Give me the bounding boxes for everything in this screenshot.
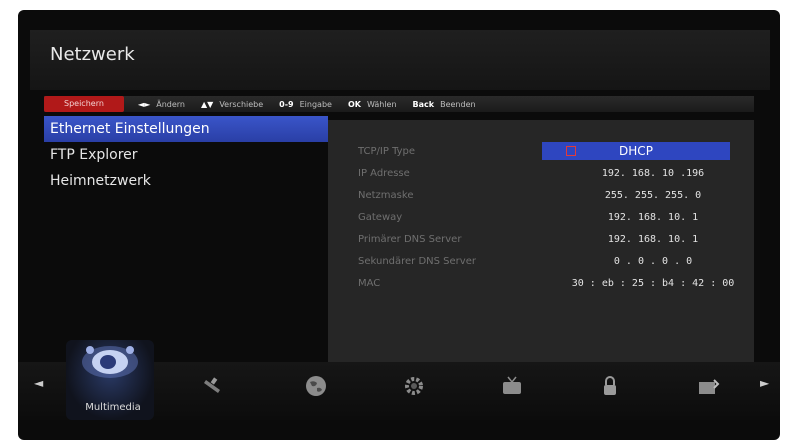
globe-icon[interactable]	[302, 372, 330, 400]
netmask-value: 255. 255. 255. 0	[604, 190, 702, 201]
ethernet-settings-panel: TCP/IP Type DHCP IP Adresse 192. 168. 10…	[328, 120, 754, 366]
arrow-left-right-key: ◄►	[137, 99, 151, 109]
tcpip-type-selector[interactable]: DHCP	[542, 142, 730, 160]
ip-address-label: IP Adresse	[358, 168, 410, 179]
change-hint: Ändern	[156, 99, 185, 109]
menu-item-ethernet-settings[interactable]: Ethernet Einstellungen	[44, 116, 328, 142]
ip-address-value: 192. 168. 10 .196	[601, 168, 705, 179]
page-title: Netzwerk	[50, 44, 135, 65]
tcpip-type-value: DHCP	[619, 144, 653, 158]
input-hint: Eingabe	[299, 99, 332, 109]
ip-address-row[interactable]: IP Adresse 192. 168. 10 .196	[358, 164, 728, 184]
exit-hint: Beenden	[440, 99, 476, 109]
arrow-up-down-key: ▲▼	[201, 99, 214, 109]
multimedia-label: Multimedia	[85, 402, 141, 413]
lock-icon[interactable]	[596, 372, 624, 400]
key-hint-bar: Speichern ◄► Ändern ▲▼ Verschiebe 0-9 Ei…	[44, 96, 754, 112]
gateway-label: Gateway	[358, 212, 403, 223]
mac-row: MAC 30 : eb : 25 : b4 : 42 : 00	[358, 274, 734, 294]
gear-icon[interactable]	[400, 372, 428, 400]
primary-dns-label: Primärer DNS Server	[358, 234, 462, 245]
tcpip-type-row[interactable]: TCP/IP Type DHCP	[358, 142, 730, 162]
multimedia-icon[interactable]	[78, 340, 142, 384]
primary-dns-value: 192. 168. 10. 1	[607, 234, 699, 245]
primary-dns-row[interactable]: Primärer DNS Server 192. 168. 10. 1	[358, 230, 728, 250]
back-key: Back	[412, 99, 435, 109]
ok-key: OK	[347, 99, 361, 109]
header: Netzwerk	[30, 30, 770, 90]
scroll-left-icon[interactable]: ◄	[34, 376, 43, 390]
secondary-dns-label: Sekundärer DNS Server	[358, 256, 476, 267]
scroll-right-icon[interactable]: ►	[760, 376, 769, 390]
tcpip-type-label: TCP/IP Type	[358, 146, 416, 157]
netmask-label: Netzmaske	[358, 190, 414, 201]
tv-icon[interactable]	[498, 372, 526, 400]
move-hint: Verschiebe	[219, 99, 264, 109]
mac-label: MAC	[358, 278, 381, 289]
gateway-row[interactable]: Gateway 192. 168. 10. 1	[358, 208, 728, 228]
secondary-dns-value: 0 . 0 . 0 . 0	[613, 256, 693, 267]
gateway-value: 192. 168. 10. 1	[607, 212, 699, 223]
tv-screen: Netzwerk Speichern ◄► Ändern ▲▼ Verschie…	[18, 10, 780, 440]
mac-value: 30 : eb : 25 : b4 : 42 : 00	[571, 278, 735, 289]
satellite-dish-icon[interactable]	[200, 372, 228, 400]
digit-key: 0-9	[279, 99, 294, 109]
secondary-dns-row[interactable]: Sekundärer DNS Server 0 . 0 . 0 . 0	[358, 252, 728, 272]
network-menu: Ethernet Einstellungen FTP Explorer Heim…	[44, 116, 328, 194]
menu-item-home-network[interactable]: Heimnetzwerk	[44, 168, 328, 194]
select-hint: Wählen	[366, 99, 397, 109]
netmask-row[interactable]: Netzmaske 255. 255. 255. 0	[358, 186, 728, 206]
tools-icon[interactable]	[694, 372, 722, 400]
save-button[interactable]: Speichern	[44, 96, 124, 112]
menu-item-ftp-explorer[interactable]: FTP Explorer	[44, 142, 328, 168]
